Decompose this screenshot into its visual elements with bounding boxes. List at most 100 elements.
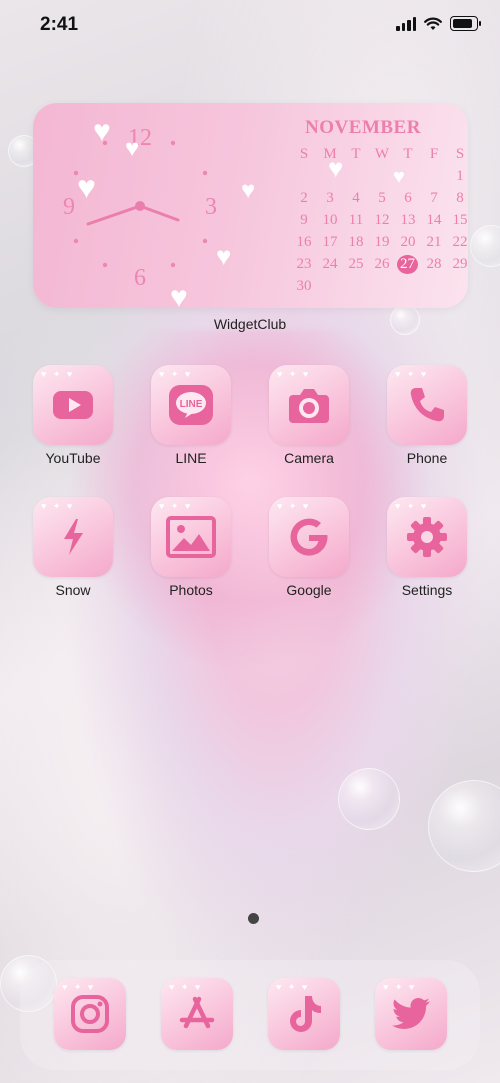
calendar-day: 29 — [452, 256, 468, 272]
calendar-day: 26 — [374, 256, 390, 272]
app-tile[interactable]: ♥ ✦ ♥ — [387, 497, 467, 577]
calendar-day: 15 — [452, 212, 468, 228]
camera-icon — [289, 389, 329, 423]
settings-icon — [407, 517, 447, 557]
line-icon-text: LINE — [180, 399, 203, 410]
calendar-weekday: T — [351, 146, 361, 162]
app-google[interactable]: ♥ ✦ ♥ Google — [269, 497, 349, 598]
dock-app-app-store[interactable]: ♥ ✦ ♥ — [161, 978, 233, 1050]
calendar-day — [343, 277, 369, 296]
calendar-day: 19 — [374, 234, 390, 250]
app-camera[interactable]: ♥ ✦ ♥ Camera — [269, 365, 349, 466]
app-label: Camera — [284, 450, 334, 466]
page-indicator-dot[interactable] — [248, 913, 259, 924]
calendar-day: 8 — [456, 190, 464, 206]
line-icon: LINE — [169, 385, 213, 425]
app-tile[interactable]: ♥ ✦ ♥ — [268, 978, 340, 1050]
app-tile[interactable]: ♥ ✦ ♥ — [33, 497, 113, 577]
instagram-icon — [71, 995, 109, 1033]
app-photos[interactable]: ♥ ✦ ♥ Photos — [151, 497, 231, 598]
calendar-day: 30 — [296, 278, 312, 294]
app-settings[interactable]: ♥ ✦ ♥ Settings — [387, 497, 467, 598]
app-youtube[interactable]: ♥ ✦ ♥ YouTube — [33, 365, 113, 466]
calendar-day: 10 — [322, 212, 338, 228]
heart-decoration: ♥ — [241, 177, 256, 204]
app-label: Google — [286, 582, 332, 598]
app-tile[interactable]: ♥ ✦ ♥ — [161, 978, 233, 1050]
calendar-weekday: S — [299, 146, 309, 162]
calendar: NOVEMBER S M T W T F S 1 2 3 4 5 6 7 8 9 10 11 12 13 14 15 16 1… — [291, 117, 468, 296]
status-bar: 2:41 — [0, 0, 500, 50]
cellular-signal-icon — [396, 16, 416, 31]
calendar-day — [369, 277, 395, 296]
clock-number-9: 9 — [63, 194, 75, 220]
app-tile[interactable]: ♥ ✦ ♥ LINE — [151, 365, 231, 445]
calendar-day: 17 — [322, 234, 338, 250]
calendar-day: 6 — [404, 190, 412, 206]
app-tile[interactable]: ♥ ✦ ♥ — [151, 497, 231, 577]
heart-decoration: ♥ — [93, 115, 111, 148]
calendar-day — [395, 167, 421, 186]
calendar-grid: S M T W T F S 1 2 3 4 5 6 7 8 9 10 11 12 13 14 15 16 17 18 19 20 21… — [291, 145, 468, 296]
app-line[interactable]: ♥ ✦ ♥ LINE LINE — [151, 365, 231, 466]
calendar-day — [317, 277, 343, 296]
wallpaper-bubble — [338, 768, 400, 830]
calendar-day — [395, 277, 421, 296]
calendar-weekday: F — [429, 146, 439, 162]
clock-number-6: 6 — [134, 265, 146, 291]
widget-label: WidgetClub — [213, 316, 287, 332]
clock-calendar-widget[interactable]: 12 3 6 9 ♥ ♥ ♥ ♥ ♥ ♥ ♥ ♥ NOVEMBER SMTWTF… — [33, 103, 468, 308]
app-phone[interactable]: ♥ ✦ ♥ Phone — [387, 365, 467, 466]
calendar-weekday: T — [403, 146, 413, 162]
calendar-weekday: M — [323, 146, 337, 162]
app-label: LINE — [175, 450, 207, 466]
calendar-day: 11 — [348, 212, 364, 228]
app-tile[interactable]: ♥ ✦ ♥ — [387, 365, 467, 445]
google-icon — [290, 518, 328, 556]
app-tile[interactable]: ♥ ✦ ♥ — [269, 365, 349, 445]
app-snow[interactable]: ♥ ✦ ♥ Snow — [33, 497, 113, 598]
dock-app-tiktok[interactable]: ♥ ✦ ♥ — [268, 978, 340, 1050]
calendar-day: 14 — [426, 212, 442, 228]
wallpaper-bubble — [428, 780, 500, 872]
calendar-day: 24 — [322, 256, 338, 272]
calendar-day: 28 — [426, 256, 442, 272]
calendar-day: 20 — [400, 234, 416, 250]
calendar-day: 5 — [378, 190, 386, 206]
app-label: Snow — [55, 582, 91, 598]
calendar-day — [447, 277, 468, 296]
app-tile[interactable]: ♥ ✦ ♥ — [33, 365, 113, 445]
clock-number-3: 3 — [205, 194, 217, 220]
calendar-day: 21 — [426, 234, 442, 250]
wallpaper-bubble — [470, 225, 500, 267]
battery-icon — [450, 16, 481, 31]
heart-decoration: ♥ — [77, 169, 96, 205]
heart-decoration: ♥ — [216, 241, 232, 271]
app-tile[interactable]: ♥ ✦ ♥ — [375, 978, 447, 1050]
calendar-day-today: 27 — [397, 255, 418, 274]
dock-app-instagram[interactable]: ♥ ✦ ♥ — [54, 978, 126, 1050]
calendar-day — [421, 167, 447, 186]
calendar-weekday: W — [374, 146, 390, 162]
calendar-weekday: S — [455, 146, 465, 162]
calendar-day: 13 — [400, 212, 416, 228]
app-label: Photos — [169, 582, 213, 598]
calendar-day — [317, 167, 343, 186]
app-tile[interactable]: ♥ ✦ ♥ — [54, 978, 126, 1050]
calendar-day: 16 — [296, 234, 312, 250]
calendar-day — [369, 167, 395, 186]
heart-decoration: ♥ — [170, 281, 188, 309]
calendar-day: 22 — [452, 234, 468, 250]
dock-app-twitter[interactable]: ♥ ✦ ♥ — [375, 978, 447, 1050]
calendar-day — [343, 167, 369, 186]
calendar-day: 2 — [300, 190, 308, 206]
calendar-month: NOVEMBER — [305, 117, 421, 138]
calendar-day: 1 — [456, 168, 464, 184]
wifi-icon — [424, 17, 442, 30]
calendar-day: 18 — [348, 234, 364, 250]
app-tile[interactable]: ♥ ✦ ♥ — [269, 497, 349, 577]
youtube-icon — [53, 391, 93, 419]
calendar-day: 3 — [326, 190, 334, 206]
calendar-day: 25 — [348, 256, 364, 272]
calendar-day: 23 — [296, 256, 312, 272]
